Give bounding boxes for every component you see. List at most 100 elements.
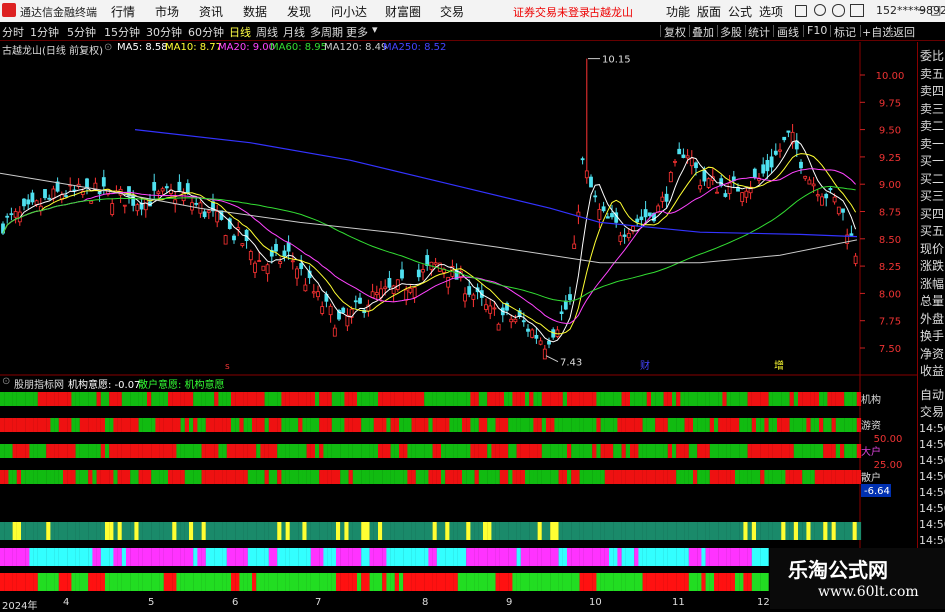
tool-f10[interactable]: F10 <box>807 24 827 37</box>
signal-strip-cell <box>0 573 5 591</box>
indicator-row-label: 散户 <box>861 471 881 484</box>
menu-shichang[interactable]: 市场 <box>155 3 179 20</box>
indicator-cell <box>205 392 211 406</box>
login-status[interactable]: 证券交易未登录 <box>513 4 590 20</box>
indicator-cell <box>403 444 408 458</box>
tool-fanhui[interactable]: 返回 <box>893 24 915 40</box>
side-tab-item[interactable]: 买一 <box>920 152 944 169</box>
signal-strip-cell <box>533 573 538 591</box>
signal-strip-cell <box>268 573 274 591</box>
indicator-cell <box>176 392 181 406</box>
tool-biaoji[interactable]: 标记 <box>834 24 856 40</box>
signal-strip-cell <box>478 548 484 566</box>
period-15min[interactable]: 15分钟 <box>104 24 140 40</box>
tool-diejia[interactable]: 叠加 <box>692 24 714 40</box>
side-tab-item[interactable]: 买五 <box>920 222 944 239</box>
indicator-toggle-icon[interactable]: ⊙ <box>2 376 10 387</box>
indicator-cell <box>785 392 790 406</box>
indicator-cell <box>588 418 593 432</box>
chevron-down-icon[interactable]: ▾ <box>372 23 378 36</box>
kline-chart[interactable]: 10.009.759.509.259.008.758.508.258.007.7… <box>0 42 917 376</box>
menu-jiaoyi[interactable]: 交易 <box>440 3 464 20</box>
indicator-cell <box>109 470 114 484</box>
side-tab-item[interactable]: 总量 <box>920 292 944 309</box>
side-tab-item[interactable]: 卖五 <box>920 65 944 82</box>
tool-zixuan[interactable]: +自选 <box>862 24 893 40</box>
indicator-cell <box>777 392 782 406</box>
legend-toggle-icon[interactable]: ⊙ <box>104 42 112 53</box>
signal-strip-cell <box>709 522 715 540</box>
maximize-button[interactable]: □ <box>930 3 941 17</box>
indicator-cell <box>352 418 358 432</box>
side-tab-item[interactable]: 委比 <box>920 47 944 64</box>
indicator-cell <box>323 470 328 484</box>
side-tab-item[interactable]: 净资 <box>920 345 944 362</box>
menu-caifuquan[interactable]: 财富圈 <box>385 3 421 20</box>
signal-strip-cell <box>835 522 841 540</box>
period-fenshi[interactable]: 分时 <box>2 24 24 40</box>
settings-icon[interactable] <box>850 4 864 17</box>
side-trade-button[interactable]: 交易 <box>920 403 944 420</box>
side-tab-item[interactable]: 现价 <box>920 240 944 257</box>
indicator-cell <box>504 392 509 406</box>
side-tab-item[interactable]: 涨幅 <box>920 275 944 292</box>
minimize-button[interactable]: ─ <box>918 3 925 17</box>
period-weekly[interactable]: 周线 <box>256 24 278 40</box>
tool-duogu[interactable]: 多股 <box>720 24 742 40</box>
search-icon[interactable] <box>832 4 845 17</box>
side-tab-item[interactable]: 涨跌 <box>920 257 944 274</box>
indicator-cell <box>806 444 811 458</box>
tool-tongji[interactable]: 统计 <box>748 24 770 40</box>
period-1min[interactable]: 1分钟 <box>30 24 59 40</box>
side-tab-item[interactable]: 买三 <box>920 187 944 204</box>
signal-strip-cell <box>84 548 89 566</box>
side-tab-item[interactable]: 换手 <box>920 327 944 344</box>
side-tab-item[interactable]: 卖二 <box>920 117 944 134</box>
side-tab-item[interactable]: 卖四 <box>920 82 944 99</box>
signal-strip-cell <box>247 522 253 540</box>
signal-strip-cell <box>428 522 433 540</box>
menu-zixun[interactable]: 资讯 <box>199 3 223 20</box>
indicator-cell <box>747 392 752 406</box>
menu-shuju[interactable]: 数据 <box>243 3 267 20</box>
period-more[interactable]: 更多 <box>346 24 368 40</box>
stock-name-link[interactable]: 古越龙山 <box>589 4 633 20</box>
side-trade-button[interactable]: 自动 <box>920 386 944 403</box>
menu-gongneng[interactable]: 功能 <box>666 3 690 20</box>
tool-huaxian[interactable]: 画线 <box>777 24 799 40</box>
side-tab-item[interactable]: 买四 <box>920 205 944 222</box>
period-multi[interactable]: 多周期 <box>310 24 343 40</box>
candle-body <box>160 188 165 192</box>
side-tab-item[interactable]: 外盘 <box>920 310 944 327</box>
menu-banmian[interactable]: 版面 <box>697 3 721 20</box>
indicator-cell <box>735 470 740 484</box>
event-marker-zeng[interactable]: 增 <box>774 359 784 372</box>
event-marker-cai[interactable]: 财 <box>640 359 650 372</box>
indicator-cell <box>357 392 362 406</box>
indicator-cell <box>201 418 206 432</box>
menu-faxian[interactable]: 发现 <box>287 3 311 20</box>
indicator-cell <box>130 418 135 432</box>
period-5min[interactable]: 5分钟 <box>67 24 96 40</box>
indicator-cell <box>449 470 454 484</box>
side-tab-item[interactable]: 卖三 <box>920 100 944 117</box>
indicator-cell <box>760 392 765 406</box>
indicator-cell <box>205 470 211 484</box>
message-icon[interactable] <box>795 5 807 17</box>
period-daily[interactable]: 日线 <box>229 24 251 40</box>
menu-gongshi[interactable]: 公式 <box>728 3 752 20</box>
event-marker-s[interactable]: s <box>225 362 230 372</box>
indicator-cell <box>180 418 185 432</box>
indicator-cell <box>235 418 240 432</box>
period-30min[interactable]: 30分钟 <box>146 24 182 40</box>
side-tab-item[interactable]: 收益 <box>920 362 944 379</box>
menu-xuanxiang[interactable]: 选项 <box>759 3 783 20</box>
period-monthly[interactable]: 月线 <box>283 24 305 40</box>
user-icon[interactable] <box>814 4 826 16</box>
period-60min[interactable]: 60分钟 <box>188 24 224 40</box>
side-tab-item[interactable]: 买二 <box>920 170 944 187</box>
menu-hangqing[interactable]: 行情 <box>111 3 135 20</box>
menu-wenxiaoda[interactable]: 问小达 <box>331 3 367 20</box>
tool-fuquan[interactable]: 复权 <box>664 24 686 40</box>
side-tab-item[interactable]: 卖一 <box>920 135 944 152</box>
